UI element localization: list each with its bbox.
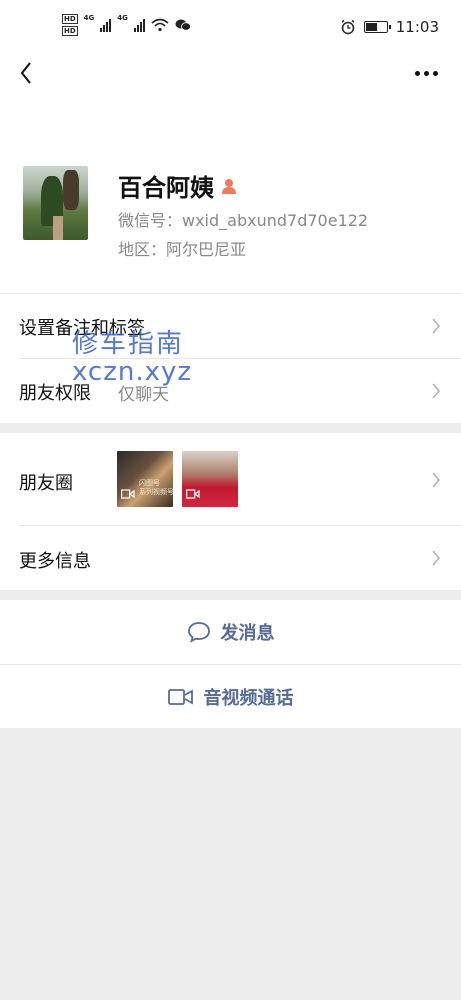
moments-thumbnail[interactable] — [182, 451, 238, 507]
video-icon — [121, 489, 135, 499]
moments-thumbnail[interactable]: 闪图号 系列视频号 — [117, 451, 173, 507]
watermark-line-1: 修车指南 — [72, 329, 185, 359]
watermark-line-2: xczn.xyz — [72, 357, 193, 387]
status-bar: HD HD 4G 4G 11:03 — [0, 0, 461, 56]
video-icon — [186, 489, 200, 499]
battery-icon — [363, 21, 391, 33]
more-info-label: 更多信息 — [19, 551, 91, 572]
chat-bubble-icon — [187, 622, 210, 643]
permissions-row[interactable]: 朋友权限 仅聊天 — [0, 359, 461, 423]
video-call-label: 音视频通话 — [203, 687, 294, 709]
watermark: 修车指南 xczn.xyz — [72, 330, 192, 386]
status-left: HD HD 4G 4G — [62, 14, 191, 36]
more-dots-icon — [415, 70, 420, 76]
video-call-button[interactable]: 音视频通话 — [0, 665, 461, 728]
network-type-1: 4G — [83, 14, 95, 22]
female-user-icon — [222, 178, 236, 194]
section-gap — [0, 423, 461, 433]
wechat-id: 微信号：wxid_abxund7d70e122 — [118, 211, 369, 230]
chevron-right-icon — [432, 550, 441, 566]
remark-tags-row[interactable]: 设置备注和标签 — [0, 294, 461, 358]
name-row: 百合阿姨 — [118, 168, 238, 203]
wechat-icon — [175, 19, 191, 31]
signal-icon-2 — [133, 18, 145, 32]
chevron-right-icon — [432, 383, 441, 399]
contact-name: 百合阿姨 — [118, 174, 214, 202]
alarm-icon — [341, 19, 355, 35]
hd-indicator: HD HD — [62, 14, 78, 36]
chevron-right-icon — [432, 318, 441, 334]
video-camera-icon — [167, 688, 193, 705]
moments-label: 朋友圈 — [19, 473, 73, 494]
send-message-label: 发消息 — [220, 623, 275, 644]
back-button[interactable] — [12, 58, 42, 88]
more-button[interactable] — [415, 66, 443, 80]
clock: 11:03 — [395, 18, 439, 36]
thumbnail-caption: 闪图号 系列视频号 — [139, 479, 173, 496]
status-right: 11:03 — [340, 18, 439, 36]
network-type-2: 4G — [117, 14, 128, 22]
chevron-right-icon — [432, 472, 441, 488]
region: 地区：阿尔巴尼亚 — [118, 240, 247, 259]
hd-badge-2: HD — [62, 26, 78, 36]
battery-fill — [365, 23, 377, 31]
hd-badge-1: HD — [62, 14, 78, 24]
section-gap — [0, 590, 461, 600]
more-info-row[interactable]: 更多信息 — [0, 526, 461, 590]
avatar[interactable] — [23, 166, 88, 240]
wifi-icon — [151, 18, 169, 32]
signal-icon — [100, 18, 112, 32]
send-message-button[interactable]: 发消息 — [0, 600, 461, 664]
